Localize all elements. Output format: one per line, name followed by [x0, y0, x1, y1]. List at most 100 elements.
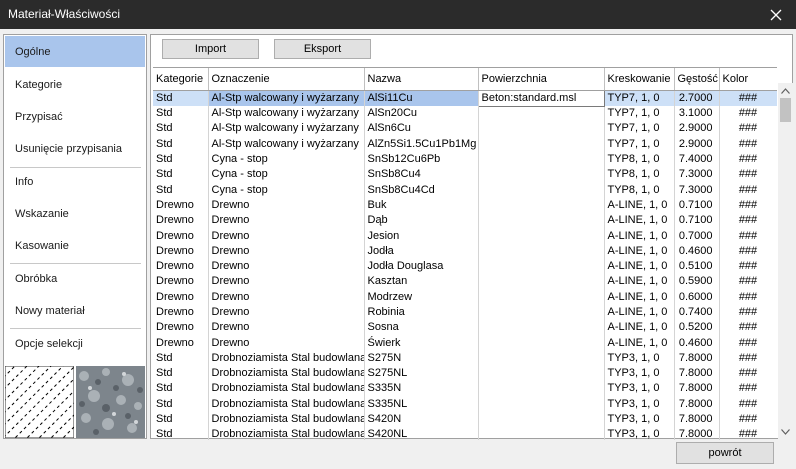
table-cell: TYP8, 1, 0 [604, 182, 675, 198]
table-row[interactable]: Drewno Drewno Modrzew A-LINE, 1, 0 0.6000 ### [153, 289, 777, 305]
column-header-oznaczenie[interactable]: Oznaczenie [208, 68, 365, 91]
vertical-scrollbar[interactable] [778, 83, 793, 439]
scroll-thumb[interactable] [780, 98, 791, 122]
table-row[interactable]: Std Drobnoziamista Stal budowlana S420NL TY… [153, 427, 777, 440]
table-cell: 2.9000 [674, 121, 720, 137]
table-cell: Drewno [153, 197, 209, 214]
table-cell: Jesion [364, 228, 479, 244]
table-cell: TYP3, 1, 0 [604, 396, 675, 412]
table-row[interactable]: Std Drobnoziamista Stal budowlana S275NL TY… [153, 366, 777, 382]
table-cell: Std [153, 350, 209, 367]
table-row[interactable]: Std Al-Stp walcowany i wyżarzany AlSi11Cu B… [153, 89, 777, 107]
sidebar-item-info[interactable]: Info [5, 166, 145, 197]
table-cell: ### [719, 320, 777, 336]
close-button[interactable] [756, 0, 796, 29]
table-cell: TYP8, 1, 0 [604, 167, 675, 183]
back-button[interactable]: powrót [676, 442, 774, 464]
table-cell: 7.8000 [674, 411, 720, 428]
table-cell: A-LINE, 1, 0 [604, 197, 675, 214]
window-title: Materiał-Właściwości [8, 7, 121, 21]
table-cell: 0.7100 [674, 197, 720, 214]
table-cell: A-LINE, 1, 0 [604, 289, 675, 305]
table-row[interactable]: Std Al-Stp walcowany i wyżarzany AlZn5Si1.… [153, 136, 777, 152]
sidebar-item-kategorie[interactable]: Kategorie [5, 69, 145, 100]
table-cell: ### [719, 243, 777, 259]
material-previews [5, 366, 146, 438]
table-row[interactable]: Std Drobnoziamista Stal budowlana S335N TYP… [153, 381, 777, 397]
table-cell: Cyna - stop [208, 167, 365, 183]
column-header-powierzchnia[interactable]: Powierzchnia [478, 68, 605, 91]
table-cell: ### [719, 304, 777, 321]
column-header-kategorie[interactable]: Kategorie [153, 68, 209, 91]
table-row[interactable]: Std Al-Stp walcowany i wyżarzany AlSn20Cu T… [153, 106, 777, 122]
column-header-kolor[interactable]: Kolor [719, 68, 777, 91]
table-row[interactable]: Drewno Drewno Jodła Douglasa A-LINE, 1, 0 0.… [153, 258, 777, 275]
table-cell: A-LINE, 1, 0 [604, 335, 675, 351]
table-cell [478, 106, 605, 122]
table-cell: TYP7, 1, 0 [604, 106, 675, 122]
table-cell: Std [153, 167, 209, 183]
sidebar-item-wskazanie[interactable]: Wskazanie [5, 198, 145, 229]
sidebar-item-ogolne[interactable]: Ogólne [5, 36, 145, 67]
table-cell: Drobnoziamista Stal budowlana [208, 411, 365, 428]
table-row[interactable]: Std Drobnoziamista Stal budowlana S335NL TY… [153, 396, 777, 412]
table-cell: ### [719, 289, 777, 305]
table-row[interactable]: Drewno Drewno Jodła A-LINE, 1, 0 0.4600 ### [153, 243, 777, 259]
main-panel: Import Eksport Kategorie Oznaczenie Nazw… [150, 34, 793, 440]
column-header-nazwa[interactable]: Nazwa [364, 68, 479, 91]
table-cell: Drewno [153, 243, 209, 259]
table-row[interactable]: Std Drobnoziamista Stal budowlana S420N TYP… [153, 411, 777, 428]
sidebar-item-nowy-material[interactable]: Nowy materiał [5, 295, 145, 326]
import-button[interactable]: Import [162, 39, 259, 59]
table-cell: Drewno [208, 258, 365, 275]
table-cell: S420NL [364, 427, 479, 440]
materials-table: Kategorie Oznaczenie Nazwa Powierzchnia … [153, 67, 777, 440]
table-cell: ### [719, 396, 777, 412]
table-row[interactable]: Std Cyna - stop SnSb8Cu4Cd TYP8, 1, 0 7.3000… [153, 182, 777, 198]
table-row[interactable]: Drewno Drewno Sosna A-LINE, 1, 0 0.5200 ### [153, 320, 777, 336]
sidebar-item-usuniecie-przypisania[interactable]: Usunięcie przypisania [5, 133, 145, 164]
sidebar-item-label: Ogólne [15, 45, 51, 58]
table-cell: AlZn5Si1.5Cu1Pb1Mg [364, 136, 479, 152]
table-cell: Al-Stp walcowany i wyżarzany [208, 136, 365, 152]
table-row[interactable]: Std Al-Stp walcowany i wyżarzany AlSn6Cu TY… [153, 121, 777, 137]
scroll-up-button[interactable] [778, 83, 793, 98]
table-cell [478, 136, 605, 152]
table-row[interactable]: Drewno Drewno Jesion A-LINE, 1, 0 0.7000 ### [153, 228, 777, 244]
table-row[interactable]: Std Cyna - stop SnSb12Cu6Pb TYP8, 1, 0 7.400… [153, 151, 777, 168]
sidebar-item-przypisac[interactable]: Przypisać [5, 101, 145, 132]
column-header-kreskowanie[interactable]: Kreskowanie [604, 68, 675, 91]
table-row[interactable]: Drewno Drewno Dąb A-LINE, 1, 0 0.7100 ### [153, 213, 777, 229]
table-cell [478, 320, 605, 336]
table-cell: Drobnoziamista Stal budowlana [208, 381, 365, 397]
sidebar-item-label: Nowy materiał [15, 304, 85, 317]
table-row[interactable]: Drewno Drewno Robinia A-LINE, 1, 0 0.7400 ### [153, 304, 777, 321]
table-row[interactable]: Std Drobnoziamista Stal budowlana S275N TYP… [153, 350, 777, 367]
table-cell: Drobnoziamista Stal budowlana [208, 350, 365, 367]
scroll-down-button[interactable] [778, 424, 793, 439]
table-cell: 0.4600 [674, 335, 720, 351]
sidebar-item-label: Przypisać [15, 110, 63, 123]
table-cell: Drobnoziamista Stal budowlana [208, 366, 365, 382]
table-cell: ### [719, 411, 777, 428]
table-cell: 2.9000 [674, 136, 720, 152]
sidebar-item-label: Wskazanie [15, 207, 69, 220]
table-cell: ### [719, 197, 777, 214]
table-cell: TYP7, 1, 0 [604, 90, 675, 106]
table-cell: ### [719, 106, 777, 122]
table-cell: A-LINE, 1, 0 [604, 258, 675, 275]
table-row[interactable]: Drewno Drewno Kasztan A-LINE, 1, 0 0.5900 ### [153, 274, 777, 290]
table-cell: ### [719, 151, 777, 168]
column-header-gestosc[interactable]: Gęstość [674, 68, 720, 91]
table-row[interactable]: Drewno Drewno Świerk A-LINE, 1, 0 0.4600 ### [153, 335, 777, 351]
export-button[interactable]: Eksport [274, 39, 371, 59]
sidebar-item-opcje-selekcji[interactable]: Opcje selekcji [5, 328, 145, 359]
table-row[interactable]: Std Cyna - stop SnSb8Cu4 TYP8, 1, 0 7.3000 ##… [153, 167, 777, 183]
table-cell: 0.5100 [674, 258, 720, 275]
sidebar-item-obrobka[interactable]: Obróbka [5, 263, 145, 294]
sidebar-item-kasowanie[interactable]: Kasowanie [5, 230, 145, 261]
table-row[interactable]: Drewno Drewno Buk A-LINE, 1, 0 0.7100 ### [153, 197, 777, 214]
table-cell: A-LINE, 1, 0 [604, 304, 675, 321]
chevron-down-icon [781, 428, 790, 435]
table-cell: A-LINE, 1, 0 [604, 213, 675, 229]
